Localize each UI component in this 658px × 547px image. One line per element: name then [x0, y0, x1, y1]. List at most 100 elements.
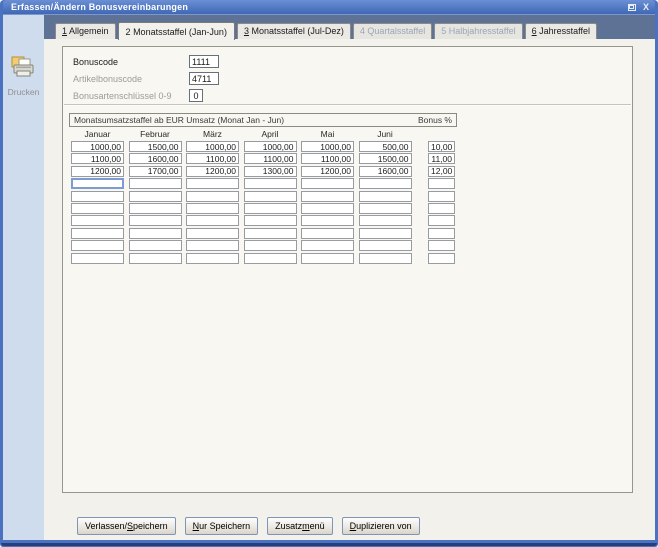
grid-cell-april[interactable]: [244, 215, 297, 226]
grid-cell-april[interactable]: [244, 203, 297, 214]
nur-speichern-button[interactable]: Nur Speichern: [185, 517, 259, 535]
grid-cell-bonus[interactable]: [428, 191, 455, 202]
grid-cell-juni[interactable]: [359, 153, 412, 164]
grid-cell-bonus[interactable]: [428, 215, 455, 226]
month-labels-row: Januar Februar März April Mai Juni: [71, 129, 416, 139]
grid-cell-bonus[interactable]: [428, 153, 455, 164]
grid-cell-april[interactable]: [244, 253, 297, 264]
grid-cell-märz[interactable]: [186, 153, 239, 164]
grid-cell-januar[interactable]: [71, 228, 124, 239]
grid-cell-bonus[interactable]: [428, 178, 455, 189]
grid-cell-bonus[interactable]: [428, 253, 455, 264]
grid-cell-bonus[interactable]: [428, 203, 455, 214]
window-controls: X: [628, 3, 649, 12]
print-icon[interactable]: [10, 55, 37, 84]
grid-cell-märz[interactable]: [186, 203, 239, 214]
grid-cell-mai[interactable]: [301, 178, 354, 189]
month-label-januar: Januar: [71, 129, 124, 139]
grid-row: [71, 153, 455, 164]
grid-cell-februar[interactable]: [129, 166, 182, 177]
grid-cell-april[interactable]: [244, 240, 297, 251]
grid-cell-mai[interactable]: [301, 166, 354, 177]
print-label: Drucken: [8, 87, 40, 97]
grid-cell-märz[interactable]: [186, 215, 239, 226]
grid-cell-juni[interactable]: [359, 253, 412, 264]
grid-cell-märz[interactable]: [186, 141, 239, 152]
grid-cell-bonus[interactable]: [428, 240, 455, 251]
zusatzmenu-button[interactable]: Zusatzmenü: [267, 517, 333, 535]
content-panel: Bonuscode Artikelbonuscode Bonusartensch…: [62, 46, 633, 493]
grid-cell-januar[interactable]: [71, 253, 124, 264]
grid-cell-juni[interactable]: [359, 191, 412, 202]
grid-cell-juni[interactable]: [359, 178, 412, 189]
grid-cell-januar[interactable]: [71, 178, 124, 189]
grid-cell-bonus[interactable]: [428, 166, 455, 177]
grid-cell-mai[interactable]: [301, 240, 354, 251]
grid-cell-april[interactable]: [244, 141, 297, 152]
grid-cell-april[interactable]: [244, 178, 297, 189]
duplizieren-von-button[interactable]: Duplizieren von: [342, 517, 420, 535]
grid-row: [71, 253, 455, 264]
toolbar-sidebar: Drucken: [3, 15, 44, 540]
grid-cell-märz[interactable]: [186, 253, 239, 264]
grid-row: [71, 178, 455, 189]
grid-cell-märz[interactable]: [186, 228, 239, 239]
grid-cell-april[interactable]: [244, 191, 297, 202]
grid-cell-juni[interactable]: [359, 166, 412, 177]
grid-cell-märz[interactable]: [186, 178, 239, 189]
grid-cell-juni[interactable]: [359, 228, 412, 239]
grid-cell-mai[interactable]: [301, 215, 354, 226]
grid-cell-januar[interactable]: [71, 141, 124, 152]
grid-cell-februar[interactable]: [129, 178, 182, 189]
grid-cell-april[interactable]: [244, 228, 297, 239]
grid-cell-februar[interactable]: [129, 153, 182, 164]
grid-cell-februar[interactable]: [129, 253, 182, 264]
grid-cell-mai[interactable]: [301, 203, 354, 214]
grid-cell-januar[interactable]: [71, 191, 124, 202]
grid-cell-märz[interactable]: [186, 191, 239, 202]
grid-cell-april[interactable]: [244, 166, 297, 177]
title-bar[interactable]: Erfassen/Ändern Bonusvereinbarungen X: [3, 0, 655, 15]
grid-cell-februar[interactable]: [129, 141, 182, 152]
form-row-bonusartenschluessel: Bonusartenschlüssel 0-9: [73, 89, 219, 102]
restore-window-icon[interactable]: [628, 4, 636, 11]
grid-cell-januar[interactable]: [71, 240, 124, 251]
grid-cell-april[interactable]: [244, 153, 297, 164]
grid-cell-mai[interactable]: [301, 153, 354, 164]
tab-page: Bonuscode Artikelbonuscode Bonusartensch…: [44, 39, 655, 540]
verlassen-speichern-button[interactable]: Verlassen/Speichern: [77, 517, 176, 535]
grid-cell-juni[interactable]: [359, 215, 412, 226]
grid-cell-januar[interactable]: [71, 215, 124, 226]
grid-cell-mai[interactable]: [301, 253, 354, 264]
grid-cell-juni[interactable]: [359, 240, 412, 251]
grid-cell-bonus[interactable]: [428, 141, 455, 152]
grid-header-bonus: Bonus %: [418, 115, 452, 125]
grid-cell-mai[interactable]: [301, 228, 354, 239]
grid-cell-juni[interactable]: [359, 203, 412, 214]
close-icon[interactable]: X: [643, 3, 649, 12]
grid-cell-februar[interactable]: [129, 191, 182, 202]
grid-cell-märz[interactable]: [186, 240, 239, 251]
tab-allgemein[interactable]: 1 Allgemein: [55, 23, 116, 39]
grid-cell-februar[interactable]: [129, 240, 182, 251]
bonusartenschluessel-field[interactable]: [189, 89, 203, 102]
grid-cell-mai[interactable]: [301, 141, 354, 152]
grid-cell-februar[interactable]: [129, 228, 182, 239]
bonuscode-field[interactable]: [189, 55, 219, 68]
grid-cell-januar[interactable]: [71, 166, 124, 177]
tab-monatsstaffel-jan-jun[interactable]: 2 Monatsstaffel (Jan-Jun): [118, 22, 235, 40]
grid-cell-bonus[interactable]: [428, 228, 455, 239]
month-label-juni: Juni: [359, 129, 412, 139]
grid-cell-mai[interactable]: [301, 191, 354, 202]
grid-row: [71, 166, 455, 177]
grid-cell-februar[interactable]: [129, 215, 182, 226]
grid-cell-juni[interactable]: [359, 141, 412, 152]
grid-cell-januar[interactable]: [71, 203, 124, 214]
grid-cell-märz[interactable]: [186, 166, 239, 177]
artikelbonuscode-field[interactable]: [189, 72, 219, 85]
grid-cell-februar[interactable]: [129, 203, 182, 214]
form-row-bonuscode: Bonuscode: [73, 55, 219, 68]
grid-cell-januar[interactable]: [71, 153, 124, 164]
tab-monatsstaffel-jul-dez[interactable]: 3 Monatsstaffel (Jul-Dez): [237, 23, 351, 39]
tab-jahresstaffel[interactable]: 6 Jahresstaffel: [525, 23, 597, 39]
